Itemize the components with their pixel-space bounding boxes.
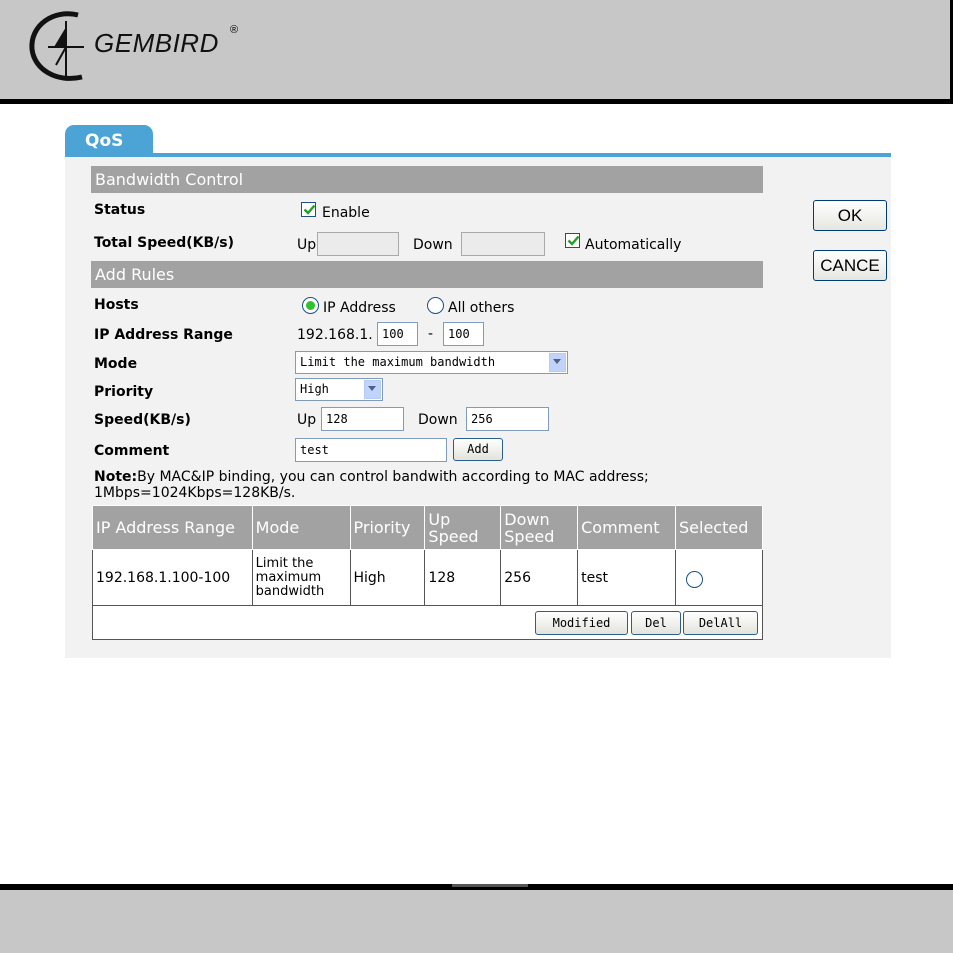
- radio-ip-address-label: IP Address: [323, 300, 396, 316]
- footer-divider: [452, 884, 528, 887]
- header-up-speed: Up Speed: [424, 505, 502, 550]
- ok-button[interactable]: OK: [813, 200, 887, 231]
- tab-qos[interactable]: QoS: [65, 125, 153, 155]
- priority-select[interactable]: High: [295, 378, 383, 401]
- chevron-down-icon: [549, 353, 566, 372]
- enable-checkbox[interactable]: [301, 202, 316, 217]
- total-up-label: Up: [297, 237, 317, 253]
- speed-down-input[interactable]: 256: [466, 407, 549, 431]
- rules-table: IP Address Range Mode Priority Up Speed …: [92, 505, 763, 640]
- total-down-input[interactable]: [461, 232, 545, 256]
- add-button[interactable]: Add: [453, 438, 503, 461]
- mode-select-value: Limit the maximum bandwidth: [300, 355, 496, 369]
- speed-up-input[interactable]: 128: [321, 407, 404, 431]
- ip-dash: -: [428, 326, 434, 342]
- ip-prefix: 192.168.1.: [297, 327, 373, 343]
- check-icon: [303, 204, 316, 215]
- cell-up: 128: [424, 549, 502, 606]
- note-prefix: Note:: [94, 469, 138, 485]
- total-up-input[interactable]: [317, 232, 399, 256]
- row-select-radio[interactable]: [686, 571, 704, 588]
- enable-label: Enable: [322, 205, 370, 221]
- header-bar: GEMBIRD ®: [0, 0, 953, 104]
- cell-down: 256: [500, 549, 579, 606]
- section-add-rules: Add Rules: [91, 261, 763, 288]
- gembird-logo-icon: [29, 11, 84, 81]
- header-down-speed: Down Speed: [500, 505, 579, 550]
- ip-range-label: IP Address Range: [94, 327, 233, 343]
- automatically-checkbox[interactable]: [565, 233, 580, 248]
- priority-label: Priority: [94, 384, 154, 400]
- mode-label: Mode: [94, 356, 138, 372]
- radio-all-others-label: All others: [448, 300, 515, 316]
- header-priority: Priority: [349, 505, 426, 550]
- comment-input[interactable]: test: [295, 438, 447, 462]
- cell-mode: Limit the maximum bandwidth: [251, 549, 351, 606]
- footer-bar: [0, 884, 953, 953]
- note-line-1: By MAC&IP binding, you can control bandw…: [137, 469, 649, 485]
- header-comment: Comment: [577, 505, 677, 550]
- ip-start-input[interactable]: 100: [377, 322, 418, 346]
- comment-label: Comment: [94, 443, 170, 459]
- header-mode: Mode: [251, 505, 351, 550]
- header-ip-range: IP Address Range: [92, 505, 253, 550]
- cell-comment: test: [577, 549, 677, 606]
- note-line-2: 1Mbps=1024Kbps=128KB/s.: [94, 485, 296, 501]
- registered-mark: ®: [230, 24, 239, 36]
- status-label: Status: [94, 202, 146, 218]
- table-actions-row: Modified Del DelAll: [92, 605, 763, 640]
- ip-end-input[interactable]: 100: [443, 322, 484, 346]
- radio-ip-address[interactable]: [302, 297, 319, 314]
- del-button[interactable]: Del: [631, 611, 681, 635]
- chevron-down-icon: [364, 380, 381, 399]
- note-text: Note:By MAC&IP binding, you can control …: [94, 469, 649, 501]
- modified-button[interactable]: Modified: [535, 611, 628, 635]
- cancel-button[interactable]: CANCE: [813, 250, 887, 281]
- brand-name: GEMBIRD: [94, 28, 219, 58]
- speed-label: Speed(KB/s): [94, 412, 191, 428]
- cell-ip-range: 192.168.1.100-100: [92, 549, 253, 606]
- hosts-label: Hosts: [94, 297, 139, 313]
- table-row: 192.168.1.100-100 Limit the maximum band…: [92, 549, 763, 606]
- section-bandwidth-control: Bandwidth Control: [91, 166, 763, 193]
- automatically-label: Automatically: [585, 237, 682, 253]
- tab-underline: [65, 153, 891, 157]
- mode-select[interactable]: Limit the maximum bandwidth: [295, 351, 568, 374]
- speed-up-label: Up: [297, 412, 317, 428]
- header-selected: Selected: [675, 505, 763, 550]
- cell-priority: High: [349, 549, 426, 606]
- speed-down-label: Down: [418, 412, 458, 428]
- delall-button[interactable]: DelAll: [683, 611, 758, 635]
- cell-selected: [675, 549, 763, 606]
- table-actions-cell: Modified Del DelAll: [92, 605, 763, 640]
- radio-all-others[interactable]: [427, 297, 444, 314]
- total-down-label: Down: [413, 237, 453, 253]
- table-header-row: IP Address Range Mode Priority Up Speed …: [92, 505, 763, 550]
- total-speed-label: Total Speed(KB/s): [94, 235, 234, 251]
- check-icon: [567, 235, 580, 246]
- priority-select-value: High: [300, 382, 329, 396]
